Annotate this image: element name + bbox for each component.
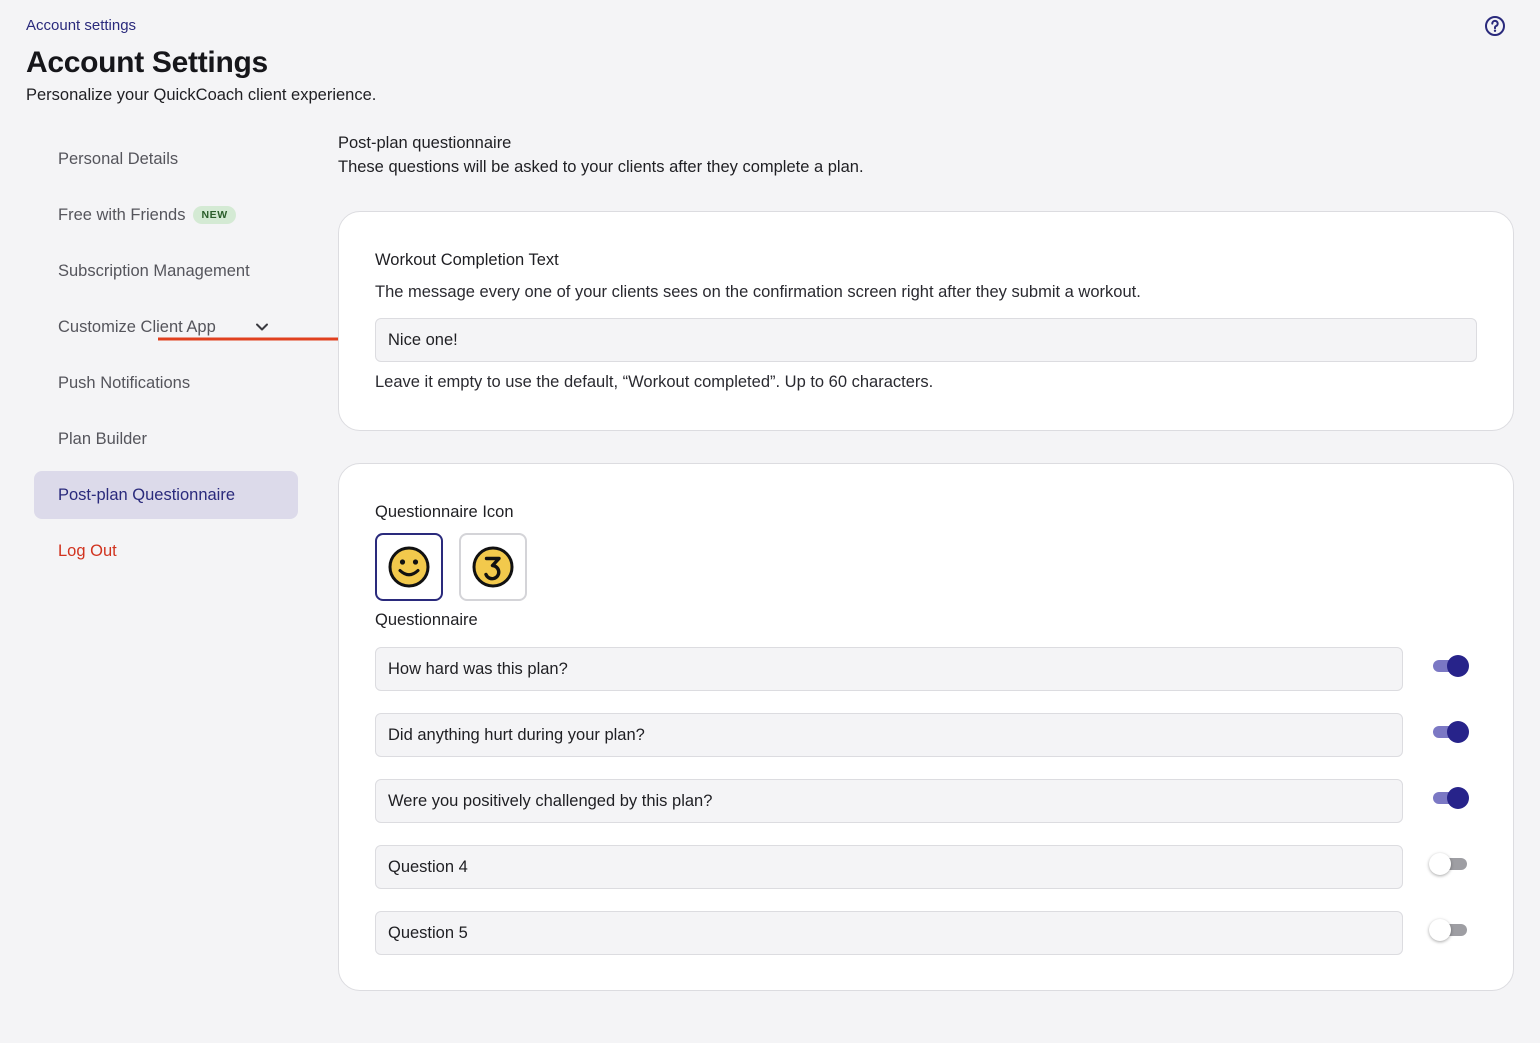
- sidebar-item-label: Plan Builder: [58, 429, 147, 448]
- questionnaire-icon-label: Questionnaire Icon: [375, 503, 514, 521]
- question-3-toggle[interactable]: [1431, 786, 1469, 810]
- page-title: Account Settings: [26, 46, 268, 79]
- sidebar-item-label: Post-plan Questionnaire: [58, 485, 236, 504]
- question-input-5[interactable]: Question 5: [375, 911, 1403, 955]
- workout-completion-input[interactable]: Nice one!: [375, 318, 1477, 362]
- help-icon[interactable]: [1484, 15, 1506, 37]
- sidebar-item-push-notifications[interactable]: Push Notifications: [34, 359, 298, 407]
- workout-completion-label: Workout Completion Text: [375, 251, 559, 269]
- question-5-toggle[interactable]: [1429, 918, 1469, 942]
- sidebar-item-post-plan-questionnaire[interactable]: Post-plan Questionnaire: [34, 471, 298, 519]
- sidebar-item-personal-details[interactable]: Personal Details: [34, 135, 298, 183]
- breadcrumb[interactable]: Account settings: [26, 17, 136, 34]
- new-badge: NEW: [193, 206, 236, 224]
- sidebar-item-label: Push Notifications: [58, 373, 191, 392]
- sidebar-item-label: Log Out: [58, 541, 117, 560]
- section-description: These questions will be asked to your cl…: [338, 158, 864, 176]
- question-input-4[interactable]: Question 4: [375, 845, 1403, 889]
- question-2-toggle[interactable]: [1431, 720, 1469, 744]
- sidebar-item-label: Personal Details: [58, 149, 179, 168]
- question-1-toggle[interactable]: [1431, 654, 1469, 678]
- question-input-2[interactable]: Did anything hurt during your plan?: [375, 713, 1403, 757]
- workout-completion-description: The message every one of your clients se…: [375, 283, 1141, 301]
- sidebar-item-plan-builder[interactable]: Plan Builder: [34, 415, 298, 463]
- question-input-3[interactable]: Were you positively challenged by this p…: [375, 779, 1403, 823]
- smiley-face-icon: [388, 546, 430, 588]
- sidebar-item-label: Subscription Management: [58, 261, 250, 280]
- icon-option-number-three[interactable]: [459, 533, 527, 601]
- sidebar-item-label: Free with Friends: [58, 205, 186, 224]
- workout-completion-hint: Leave it empty to use the default, “Work…: [375, 373, 934, 391]
- annotation-arrow-icon: [158, 329, 362, 349]
- sidebar-item-subscription-management[interactable]: Subscription Management: [34, 247, 298, 295]
- workout-completion-card: Workout Completion Text The message ever…: [338, 211, 1514, 431]
- sidebar-item-log-out[interactable]: Log Out: [34, 527, 298, 575]
- settings-sidebar: Personal Details Free with Friends NEW S…: [34, 135, 298, 583]
- page-subtitle: Personalize your QuickCoach client exper…: [26, 86, 377, 104]
- icon-option-smiley[interactable]: [375, 533, 443, 601]
- questionnaire-card: Questionnaire Icon Questionnaire How har…: [338, 463, 1514, 991]
- number-three-icon: [472, 546, 514, 588]
- section-title: Post-plan questionnaire: [338, 134, 512, 152]
- questionnaire-label: Questionnaire: [375, 611, 478, 629]
- sidebar-item-free-with-friends[interactable]: Free with Friends NEW: [34, 191, 298, 239]
- question-4-toggle[interactable]: [1429, 852, 1469, 876]
- question-input-1[interactable]: How hard was this plan?: [375, 647, 1403, 691]
